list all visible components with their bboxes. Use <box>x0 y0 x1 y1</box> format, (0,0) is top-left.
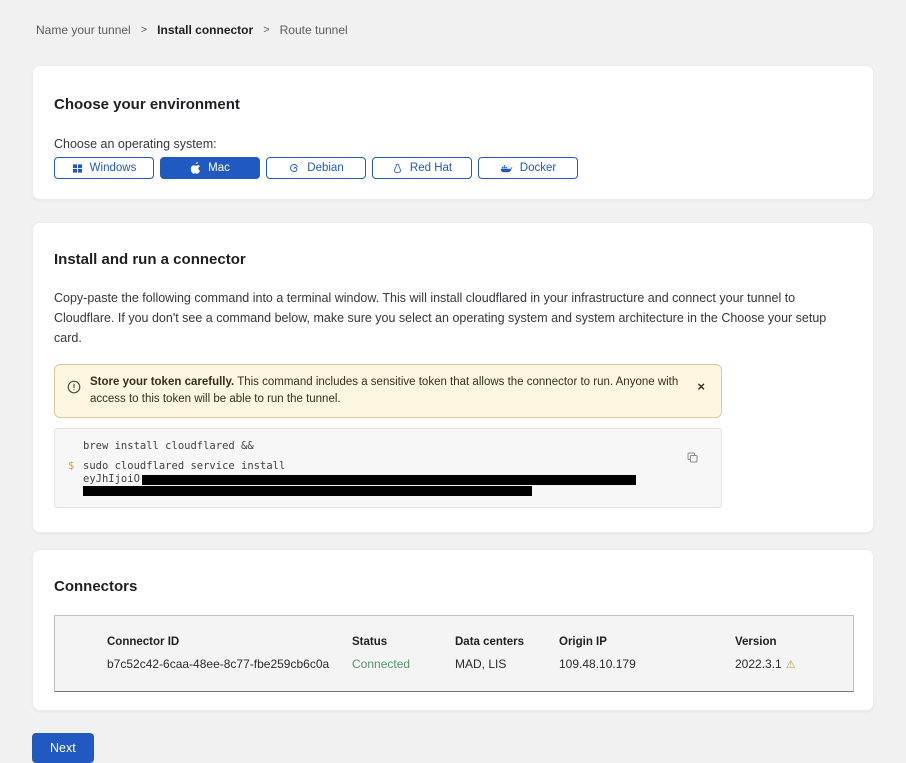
breadcrumb-route-tunnel[interactable]: Route tunnel <box>280 23 348 37</box>
copy-command-button[interactable] <box>686 451 699 467</box>
origin-ip-value: 109.48.10.179 <box>559 657 735 671</box>
breadcrumb-separator: > <box>263 24 269 36</box>
next-button[interactable]: Next <box>32 733 94 763</box>
copy-icon <box>686 452 699 467</box>
col-data-centers: Data centers <box>455 636 559 648</box>
os-button-windows[interactable]: Windows <box>54 157 154 179</box>
connector-row: b7c52c42-6caa-48ee-8c77-fbe259cb6c0a Con… <box>107 657 833 671</box>
code-line-service-install: $ sudo cloudflared service install eyJhI… <box>68 460 681 496</box>
connectors-table-header: Connector ID Status Data centers Origin … <box>107 636 833 648</box>
redhat-logo-icon <box>392 162 403 175</box>
breadcrumb-name-your-tunnel[interactable]: Name your tunnel <box>36 23 131 37</box>
code-text: brew install cloudflared && <box>83 440 254 453</box>
install-connector-title: Install and run a connector <box>54 251 852 268</box>
os-button-docker[interactable]: Docker <box>478 157 578 179</box>
alert-circle-icon <box>67 380 81 400</box>
breadcrumb-separator: > <box>141 24 147 36</box>
token-line: eyJhIjoiO <box>68 474 681 485</box>
connectors-table: Connector ID Status Data centers Origin … <box>54 615 854 692</box>
col-status: Status <box>352 636 455 648</box>
os-button-redhat[interactable]: Red Hat <box>372 157 472 179</box>
token-warning-banner: Store your token carefully. This command… <box>54 364 722 418</box>
warning-close-button[interactable]: × <box>693 382 709 392</box>
col-origin-ip: Origin IP <box>559 636 735 648</box>
os-button-debian[interactable]: Debian <box>266 157 366 179</box>
os-button-label: Mac <box>208 162 230 174</box>
warning-title: Store your token carefully. <box>90 376 234 388</box>
docker-whale-icon <box>500 163 513 174</box>
os-button-label: Red Hat <box>410 162 452 174</box>
data-centers-value: MAD, LIS <box>455 657 559 671</box>
col-version: Version <box>735 636 833 648</box>
token-prefix: eyJhIjoiO <box>83 474 140 485</box>
os-button-label: Docker <box>520 162 556 174</box>
os-button-row: Windows Mac Debian Red Hat Docker <box>54 157 852 179</box>
install-command-code-block: brew install cloudflared && $ sudo cloud… <box>54 428 722 508</box>
version-number: 2022.3.1 <box>735 657 782 671</box>
debian-swirl-icon <box>288 162 300 174</box>
breadcrumb: Name your tunnel > Install connector > R… <box>0 0 906 37</box>
connectors-title: Connectors <box>54 578 852 595</box>
install-connector-description: Copy-paste the following command into a … <box>54 288 852 348</box>
version-value: 2022.3.1 ⚠ <box>735 657 833 671</box>
connector-id-value: b7c52c42-6caa-48ee-8c77-fbe259cb6c0a <box>107 657 352 671</box>
os-button-mac[interactable]: Mac <box>160 157 260 179</box>
col-connector-id: Connector ID <box>107 636 352 648</box>
choose-environment-card: Choose your environment Choose an operat… <box>32 65 874 200</box>
os-button-label: Debian <box>307 162 343 174</box>
version-warning-icon: ⚠ <box>786 658 796 671</box>
status-badge: Connected <box>352 657 455 671</box>
os-button-label: Windows <box>90 162 137 174</box>
install-connector-card: Install and run a connector Copy-paste t… <box>32 222 874 533</box>
redaction-bar <box>83 486 532 496</box>
close-icon: × <box>697 379 705 394</box>
code-line-brew: brew install cloudflared && <box>68 440 681 453</box>
choose-environment-title: Choose your environment <box>54 96 852 113</box>
warning-text: Store your token carefully. This command… <box>90 374 684 408</box>
windows-logo-icon <box>72 163 83 174</box>
connectors-card: Connectors Connector ID Status Data cent… <box>32 549 874 711</box>
prompt-spacer <box>68 440 83 453</box>
redaction-bar <box>142 475 636 485</box>
apple-logo-icon <box>190 162 201 175</box>
os-select-label: Choose an operating system: <box>54 137 852 151</box>
breadcrumb-install-connector[interactable]: Install connector <box>157 23 253 37</box>
shell-prompt: $ <box>68 460 83 473</box>
code-text: sudo cloudflared service install <box>83 460 285 473</box>
